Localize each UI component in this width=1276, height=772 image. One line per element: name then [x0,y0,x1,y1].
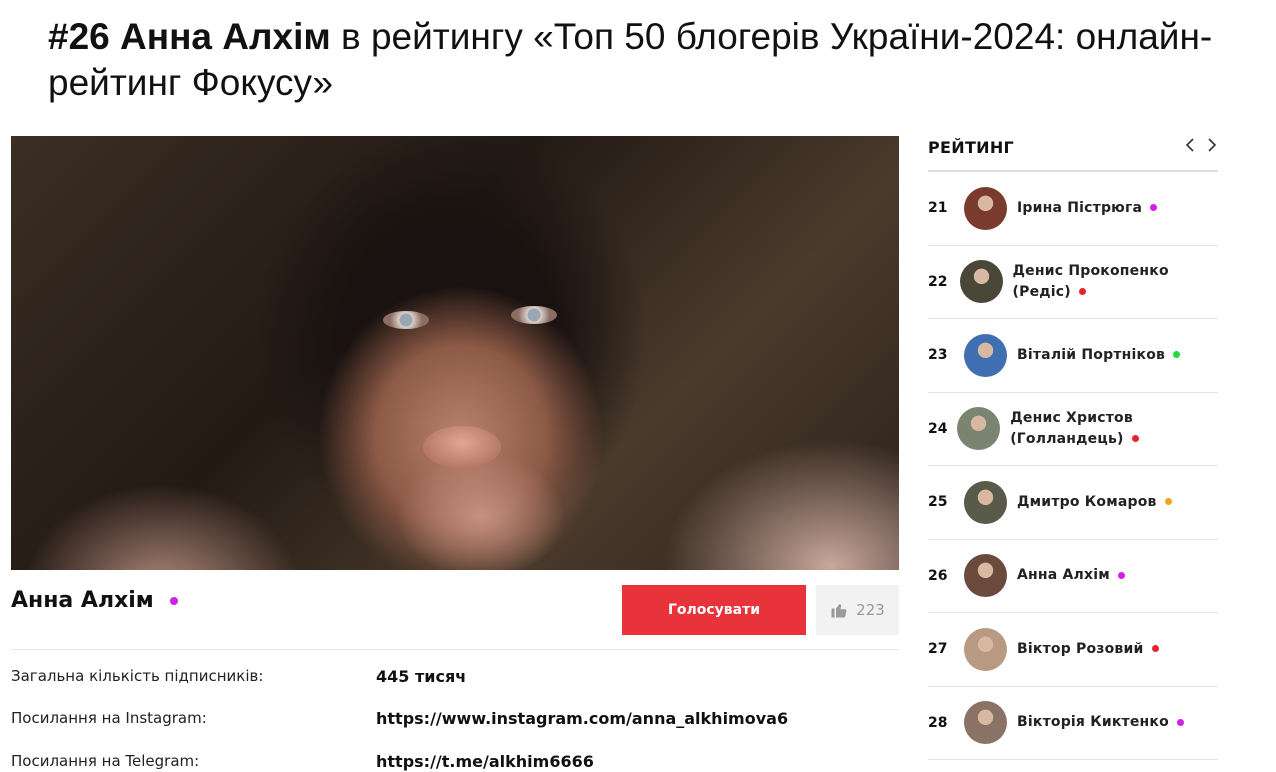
avatar [964,627,1007,671]
profile-name-row: Анна Алхім [11,588,178,613]
chevron-left-icon[interactable] [1184,136,1196,154]
category-dot [169,596,178,605]
photo-eye-right [511,306,557,324]
rank-name-text: Вікторія Киктенко [1017,714,1169,731]
rank-name: Анна Алхім [1017,565,1125,586]
info-label: Посилання на Telegram: [11,752,200,770]
rank-name: Ірина Пістрюга [1017,198,1158,219]
rating-sidebar: РЕЙТИНГ 21 Ірина Пістрюга 22 Денис Прокопен… [928,136,1218,760]
rank-name-text: Дмитро Комаров [1017,493,1157,510]
avatar [964,480,1007,524]
rank-item[interactable]: 25 Дмитро Комаров [928,466,1218,540]
photo-lips [423,426,501,468]
rank-item[interactable]: 28 Вікторія Киктенко [928,687,1218,760]
rank-name: Віктор Розовий [1017,639,1159,660]
info-value: 445 тисяч [376,667,467,686]
category-dot [1150,204,1158,212]
chevron-right-icon[interactable] [1206,136,1218,154]
rank-name-text: Ірина Пістрюга [1017,199,1143,216]
page-title-bold: #26 Анна Алхім [48,16,331,57]
rank-number: 25 [928,494,948,511]
rank-number: 23 [928,347,948,364]
rank-item[interactable]: 27 Віктор Розовий [928,613,1218,687]
divider [11,649,899,650]
info-label: Посилання на Instagram: [11,709,207,727]
rank-name-text: Віталій Портніков [1017,346,1166,363]
rank-item[interactable]: 24 Денис Христов (Голландець) [928,393,1218,466]
avatar [964,186,1007,230]
rank-name-text: Денис Прокопенко (Редіс) [1012,262,1169,300]
avatar [964,701,1007,745]
like-count: 223 [856,601,885,619]
avatar [964,333,1007,377]
rank-number: 26 [928,567,948,584]
category-dot [1078,288,1086,296]
category-dot [1173,351,1181,359]
instagram-link[interactable]: https://www.instagram.com/anna_alkhimova… [376,709,788,733]
vote-button[interactable]: Голосувати [622,585,806,635]
sidebar-header: РЕЙТИНГ [928,136,1218,172]
blogger-name: Анна Алхім [11,588,154,613]
info-row-instagram: Посилання на Instagram: https://www.inst… [11,709,899,733]
rank-number: 28 [928,714,948,731]
thumbs-up-icon [831,604,847,618]
rank-item[interactable]: 26 Анна Алхім [928,540,1218,613]
avatar [964,554,1007,598]
avatar [957,407,1001,451]
hero-photo [11,136,899,570]
info-row-followers: Загальна кількість підписників: 445 тися… [11,667,899,691]
rank-list: 21 Ірина Пістрюга 22 Денис Прокопенко (Реді… [928,172,1218,760]
info-label: Загальна кількість підписників: [11,667,264,685]
rank-name-text: Денис Христов (Голландець) [1010,409,1133,447]
rank-name-text: Анна Алхім [1017,567,1110,584]
rank-number: 24 [928,420,948,437]
avatar [959,260,1003,304]
rank-number: 22 [928,273,948,290]
rank-item[interactable]: 22 Денис Прокопенко (Редіс) [928,246,1218,319]
rank-name: Денис Прокопенко (Редіс) [1013,261,1218,303]
category-dot [1176,718,1184,726]
category-dot [1131,435,1139,443]
rank-item[interactable]: 21 Ірина Пістрюга [928,172,1218,246]
rank-number: 27 [928,641,948,658]
rank-name: Вікторія Киктенко [1017,712,1184,733]
photo-eye-left [383,311,429,329]
telegram-link[interactable]: https://t.me/alkhim6666 [376,752,594,772]
sidebar-title: РЕЙТИНГ [928,138,1015,157]
rank-name: Дмитро Комаров [1017,492,1172,513]
info-row-telegram: Посилання на Telegram: https://t.me/alkh… [11,752,899,772]
like-counter[interactable]: 223 [816,585,899,635]
category-dot [1151,645,1159,653]
page-title: #26 Анна Алхім в рейтингу «Топ 50 блогер… [48,14,1228,106]
rank-item[interactable]: 23 Віталій Портніков [928,319,1218,393]
rank-name: Віталій Портніков [1017,345,1181,366]
rank-name-text: Віктор Розовий [1017,640,1144,657]
rank-name: Денис Христов (Голландець) [1010,408,1218,450]
rank-number: 21 [928,200,948,217]
category-dot [1164,498,1172,506]
category-dot [1117,571,1125,579]
